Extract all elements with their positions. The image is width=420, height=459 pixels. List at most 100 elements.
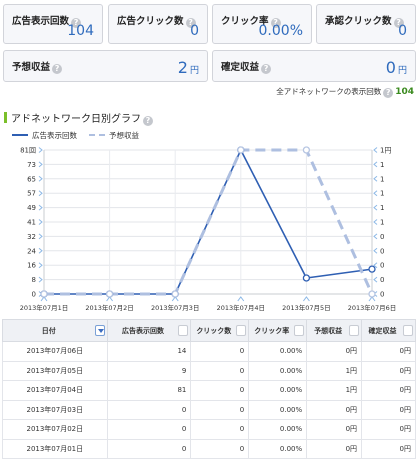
x-tick-label: 2013年07月6日	[348, 303, 396, 312]
col-header-estimated-revenue[interactable]: 予想収益	[306, 319, 363, 342]
tick-arrow-left	[38, 276, 43, 283]
cell-estimated-revenue: 0円	[306, 399, 363, 420]
table-row: 2013年07月03日 0 0 0.00% 0円 0円	[2, 399, 416, 420]
stat-ctr-value: 0.00%	[258, 23, 303, 39]
cell-impressions: 0	[106, 399, 192, 420]
y-tick-label-left: 24	[27, 247, 36, 255]
tick-arrow-left	[38, 161, 43, 168]
help-icon[interactable]: ?	[383, 88, 394, 98]
cell-estimated-revenue: 0円	[306, 341, 363, 362]
network-total: 全アドネットワークの表示回数? 104	[0, 86, 414, 98]
cell-ctr: 0.00%	[248, 419, 308, 440]
col-header-confirmed-revenue[interactable]: 確定収益	[361, 319, 416, 342]
cell-date: 2013年07月01日	[2, 438, 108, 459]
cell-confirmed-revenue: 0円	[361, 399, 416, 420]
stat-confirmed-revenue-label: 確定収益?	[221, 59, 272, 74]
daily-line-chart: 81回 1円 73 1 65 1 57 1 49 1 41 1 32 0 24 0 16 0 8 0 0 0 2013年07…	[20, 146, 396, 312]
x-tick-arrow	[303, 296, 310, 302]
cell-clicks: 0	[190, 360, 250, 381]
x-tick-label: 2013年07月5日	[282, 303, 330, 312]
stat-ad-clicks-label: 広告クリック数?	[117, 13, 196, 28]
cell-confirmed-revenue: 0円	[361, 341, 416, 362]
cell-confirmed-revenue: 0円	[361, 438, 416, 459]
y-tick-label-left: 73	[27, 161, 36, 169]
tick-arrow-right	[373, 276, 378, 283]
stat-ad-clicks-value: 0	[190, 23, 199, 39]
table-row: 2013年07月05日 9 0 0.00% 1円 0円	[2, 360, 416, 381]
daily-data-table: 日付 広告表示回数 クリック数 クリック率 予想収益 確定収益 2013年07月…	[2, 319, 416, 459]
cell-date: 2013年07月03日	[2, 399, 108, 420]
x-tick-label: 2013年07月1日	[20, 303, 68, 312]
y-tick-label-right: 0	[380, 291, 384, 299]
cell-date: 2013年07月04日	[2, 380, 108, 401]
stat-confirmed-revenue-value: 0円	[385, 58, 407, 77]
data-point-revenue	[40, 290, 48, 298]
tick-arrow-left	[38, 247, 43, 254]
table-row: 2013年07月02日 0 0 0.00% 0円 0円	[2, 419, 416, 440]
sort-desc-icon[interactable]	[94, 325, 105, 336]
tick-arrow-right	[373, 204, 378, 211]
legend-label-revenue[interactable]: 予想収益	[109, 131, 139, 140]
col-header-impressions[interactable]: 広告表示回数	[106, 319, 192, 342]
stat-ctr: クリック率? 0.00%	[212, 4, 312, 44]
tick-arrow-left	[38, 262, 43, 269]
sort-icon[interactable]	[403, 325, 413, 336]
stat-estimated-revenue-value: 2円	[177, 58, 199, 77]
table-row: 2013年07月04日 81 0 0.00% 1円 0円	[2, 380, 416, 401]
cell-estimated-revenue: 0円	[306, 438, 363, 459]
tick-arrow-right	[373, 175, 378, 182]
y-tick-label-left: 41	[27, 219, 36, 227]
col-header-clicks[interactable]: クリック数	[190, 319, 250, 342]
cell-clicks: 0	[190, 438, 250, 459]
x-tick-label: 2013年07月4日	[217, 303, 265, 312]
cell-ctr: 0.00%	[248, 341, 308, 362]
sort-icon[interactable]	[349, 325, 360, 336]
help-icon[interactable]: ?	[143, 116, 153, 126]
cell-ctr: 0.00%	[248, 380, 308, 401]
y-tick-label-left: 49	[27, 204, 36, 212]
y-tick-label-left: 57	[27, 190, 36, 198]
data-point-revenue	[302, 146, 311, 154]
y-tick-label-right: 1	[380, 204, 384, 212]
network-total-value: 104	[395, 87, 414, 97]
y-tick-label-left: 16	[27, 262, 36, 270]
cell-confirmed-revenue: 0円	[361, 360, 416, 381]
y-tick-label-right: 0	[380, 247, 384, 255]
y-tick-label-left: 0	[32, 291, 36, 299]
stat-impressions-value: 104	[67, 23, 94, 39]
cell-confirmed-revenue: 0円	[361, 419, 416, 440]
stat-confirmed-revenue: 確定収益? 0円	[212, 50, 416, 82]
y-tick-label-left: 65	[27, 175, 36, 183]
y-tick-label-right: 1	[380, 175, 384, 183]
tick-arrow-left	[38, 204, 43, 211]
col-header-date[interactable]: 日付	[2, 319, 108, 342]
x-tick-label: 2013年07月3日	[151, 303, 199, 312]
table-row: 2013年07月06日 14 0 0.00% 0円 0円	[2, 341, 416, 362]
legend-label-impressions[interactable]: 広告表示回数	[32, 131, 77, 140]
y-tick-label-right: 0	[380, 276, 384, 284]
cell-clicks: 0	[190, 399, 250, 420]
cell-impressions: 14	[106, 341, 192, 362]
cell-ctr: 0.00%	[248, 438, 308, 459]
sort-icon[interactable]	[178, 325, 189, 336]
data-point-revenue	[237, 146, 245, 154]
tick-arrow-left	[38, 147, 43, 153]
table-header-row: 日付 広告表示回数 クリック数 クリック率 予想収益 確定収益	[2, 319, 416, 342]
cell-clicks: 0	[190, 341, 250, 362]
legend-swatch-revenue	[89, 134, 105, 136]
title-accent-bar	[4, 112, 7, 123]
sort-icon[interactable]	[236, 325, 247, 336]
tick-arrow-left	[38, 190, 43, 197]
tick-arrow-right	[373, 233, 378, 240]
cell-date: 2013年07月02日	[2, 419, 108, 440]
col-header-ctr[interactable]: クリック率	[248, 319, 308, 342]
sort-icon[interactable]	[294, 325, 305, 336]
help-icon[interactable]: ?	[52, 64, 63, 74]
stat-ad-clicks: 広告クリック数? 0	[108, 4, 208, 44]
cell-estimated-revenue: 1円	[306, 360, 363, 381]
tick-arrow-left	[38, 175, 43, 182]
chart-legend: 広告表示回数 予想収益	[12, 130, 139, 141]
cell-impressions: 0	[106, 438, 192, 459]
y-tick-label-right: 1	[380, 219, 384, 227]
help-icon[interactable]: ?	[261, 64, 272, 74]
